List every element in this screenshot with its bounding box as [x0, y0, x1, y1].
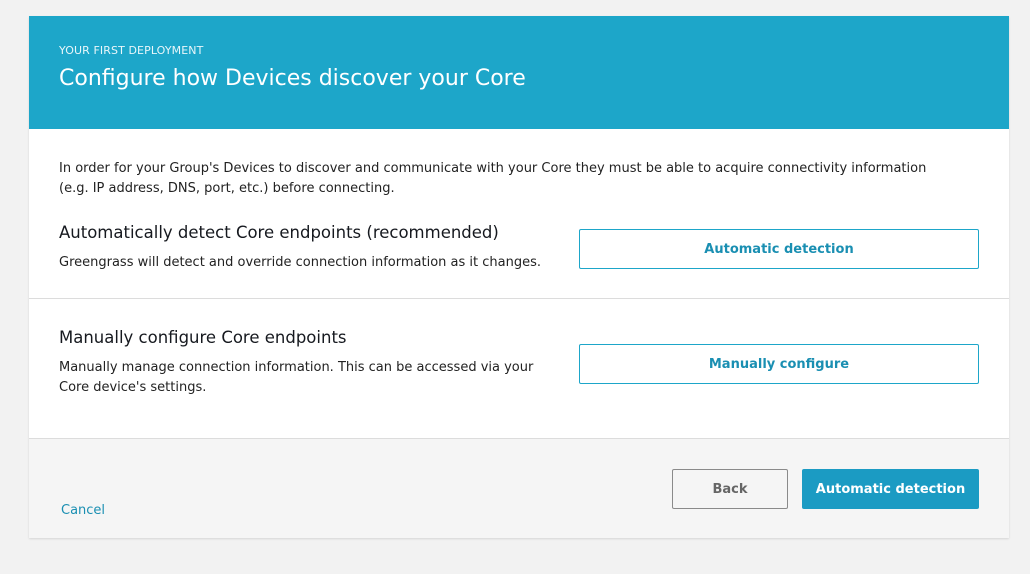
- automatic-option-title: Automatically detect Core endpoints (rec…: [59, 223, 499, 242]
- section-divider: [29, 298, 1009, 299]
- header-banner: YOUR FIRST DEPLOYMENT Configure how Devi…: [29, 16, 1009, 129]
- manually-configure-button[interactable]: Manually configure: [579, 344, 979, 384]
- manual-option-description: Manually manage connection information. …: [59, 360, 534, 395]
- footer-bar: Cancel Back Automatic detection: [29, 439, 1009, 538]
- cancel-link[interactable]: Cancel: [61, 503, 105, 518]
- page-title: Configure how Devices discover your Core: [59, 66, 526, 91]
- wizard-card: YOUR FIRST DEPLOYMENT Configure how Devi…: [29, 16, 1009, 538]
- manual-option-title: Manually configure Core endpoints: [59, 328, 347, 347]
- automatic-option-description: Greengrass will detect and override conn…: [59, 255, 542, 270]
- automatic-detection-button[interactable]: Automatic detection: [579, 229, 979, 269]
- step-eyebrow: YOUR FIRST DEPLOYMENT: [59, 44, 204, 57]
- automatic-detection-primary-button[interactable]: Automatic detection: [802, 469, 979, 509]
- intro-text: In order for your Group's Devices to dis…: [59, 161, 927, 196]
- back-button[interactable]: Back: [672, 469, 788, 509]
